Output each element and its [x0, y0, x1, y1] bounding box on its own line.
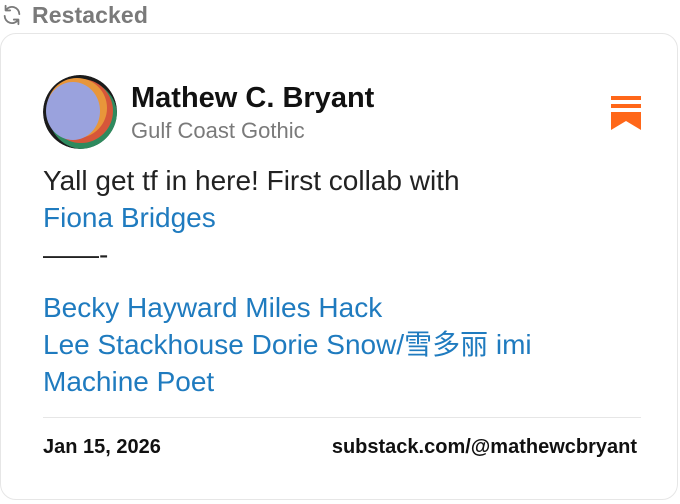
publication-name[interactable]: Gulf Coast Gothic: [131, 118, 305, 144]
note-body: Yall get tf in here! First collab with F…: [43, 162, 643, 400]
separator-text: ——-: [43, 239, 109, 270]
profile-url-link[interactable]: substack.com/@mathewcbryant: [332, 436, 637, 459]
mention-links-line[interactable]: Lee Stackhouse Dorie Snow/雪多丽 imi: [43, 326, 643, 363]
restack-header: Restacked: [0, 0, 148, 30]
author-name[interactable]: Mathew C. Bryant: [131, 82, 374, 115]
restacked-label: Restacked: [32, 1, 148, 28]
restack-icon: [0, 3, 24, 27]
mention-links-line[interactable]: Becky Hayward Miles Hack: [43, 289, 643, 326]
body-text-line: Yall get tf in here! First collab with: [43, 165, 460, 196]
footer-divider: [43, 417, 641, 418]
post-date: Jan 15, 2026: [43, 436, 161, 458]
mention-link[interactable]: Fiona Bridges: [43, 199, 643, 236]
author-avatar[interactable]: [43, 75, 117, 149]
bookmark-icon[interactable]: [611, 96, 641, 130]
note-card[interactable]: Mathew C. Bryant Gulf Coast Gothic Yall …: [0, 33, 678, 500]
mention-links-line[interactable]: Machine Poet: [43, 363, 643, 400]
